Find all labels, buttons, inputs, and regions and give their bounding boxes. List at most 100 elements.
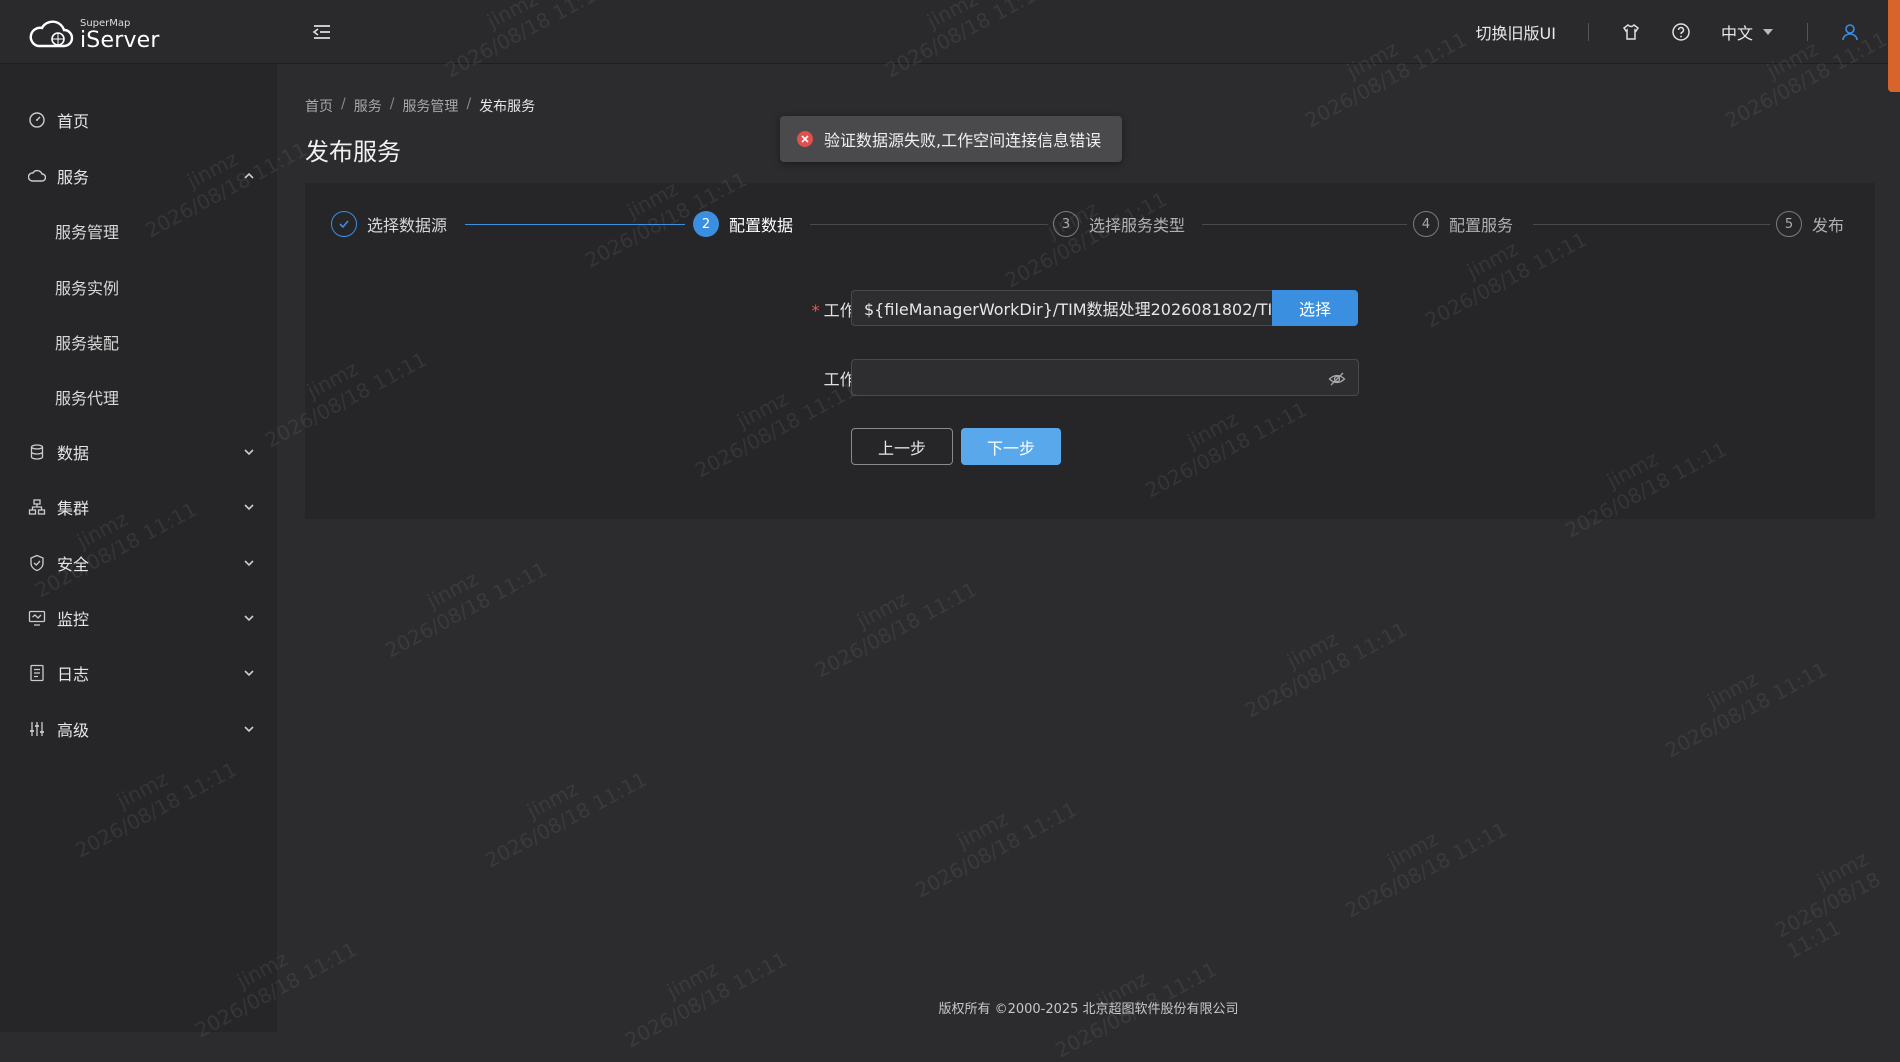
sidebar-item-label: 数据 [57,444,90,463]
sidebar-item-label: 安全 [57,555,90,574]
scrollbar-thumb[interactable] [1888,0,1900,92]
chevron-down-icon [244,726,254,733]
step-configure-service: 4 配置服务 [1413,211,1513,237]
sidebar-item-advanced[interactable]: 高级 [0,706,277,752]
chevron-down-icon [244,560,254,567]
step-number: 4 [1413,211,1439,237]
sidebar-item-label: 高级 [57,721,90,740]
cloud-icon [28,169,46,182]
switch-old-ui-link[interactable]: 切换旧版UI [1476,20,1556,44]
sidebar-item-cluster[interactable]: 集群 [0,484,277,530]
eye-off-icon[interactable] [1328,370,1346,388]
divider [1807,23,1808,41]
step-publish: 5 发布 [1776,211,1844,237]
watermark: jinmz2026/08/18 11:11 [381,557,551,663]
cloud-logo-icon [29,20,74,48]
breadcrumb-current: 发布服务 [479,99,536,115]
theme-shirt-icon[interactable] [1621,22,1641,42]
publish-service-panel: 选择数据源 2 配置数据 3 选择服务类型 4 配置服务 5 发布 *工作空间文… [305,183,1875,519]
sidebar-item-monitor[interactable]: 监控 [0,595,277,641]
step-select-datasource: 选择数据源 [331,211,447,237]
step-number: 5 [1776,211,1802,237]
sidebar-subitem-service-management[interactable]: 服务管理 [55,211,119,251]
chevron-down-icon [244,504,254,511]
step-label: 配置数据 [729,216,794,235]
help-icon[interactable] [1671,22,1691,42]
dashboard-icon [29,112,45,128]
database-icon [30,444,44,460]
page-title: 发布服务 [305,138,401,166]
sidebar-item-services[interactable]: 服务 [0,153,277,199]
toast-message: 验证数据源失败,工作空间连接信息错误 [824,131,1102,150]
watermark: jinmz2026/08/18 11:11 [811,577,981,683]
cluster-icon [28,499,46,515]
watermark: jinmz2026/08/18 11:11 [1241,617,1411,723]
workspace-file-input[interactable]: ${fileManagerWorkDir}/TIM数据处理2026081802/… [851,290,1277,326]
monitor-icon [28,610,46,626]
brand-name: iServer [80,28,160,53]
sidebar-item-security[interactable]: 安全 [0,540,277,586]
language-label: 中文 [1720,24,1753,43]
select-file-button[interactable]: 选择 [1272,290,1358,326]
breadcrumb: 首页 / 服务 / 服务管理 / 发布服务 [305,96,535,116]
chevron-down-icon [244,670,254,677]
error-circle-icon [797,131,813,147]
chevron-down-icon [244,449,254,456]
chevron-up-icon [244,172,254,179]
log-icon [30,664,44,682]
previous-step-button[interactable]: 上一步 [851,428,953,465]
breadcrumb-home[interactable]: 首页 [305,96,333,116]
breadcrumb-separator: / [389,96,395,112]
sidebar-item-log[interactable]: 日志 [0,650,277,696]
step-label: 发布 [1812,216,1845,235]
top-header: SuperMap iServer 切换旧版UI 中文 [0,0,1900,92]
sidebar: 首页 服务 服务管理 服务实例 服务装配 服务代理 数据 集群 安全 监控 日志… [0,64,277,1032]
required-marker: * [811,301,820,320]
watermark: jinmz2026/08/18 11:11 [481,767,651,873]
step-label: 选择服务类型 [1089,216,1186,235]
error-toast: 验证数据源失败,工作空间连接信息错误 [780,116,1122,162]
watermark: jinmz2026/08/18 11:11 [1341,817,1511,923]
workspace-password-input[interactable] [851,359,1359,396]
language-select[interactable]: 中文 [1721,20,1775,44]
step-number: 3 [1053,211,1079,237]
step-connector [1202,224,1407,225]
sidebar-item-label: 首页 [57,112,90,131]
step-check-icon [331,211,357,237]
sidebar-item-label: 集群 [57,499,90,518]
next-step-button[interactable]: 下一步 [961,428,1061,465]
chevron-down-icon [244,615,254,622]
step-connector [810,224,1047,225]
supermap-logo[interactable]: SuperMap iServer [28,16,160,53]
user-icon[interactable] [1840,22,1860,42]
sidebar-subitem-service-instances[interactable]: 服务实例 [55,267,119,307]
sidebar-subitem-service-proxy[interactable]: 服务代理 [55,377,119,417]
watermark: jinmz2026/08/18 11:11 [621,947,791,1053]
step-configure-data: 2 配置数据 [693,211,793,237]
sidebar-item-home[interactable]: 首页 [0,97,277,143]
sidebar-subitem-service-assembly[interactable]: 服务装配 [55,322,119,362]
shield-icon [30,554,44,572]
watermark: jinmz2026/08/18 11:11 [1661,657,1831,763]
sidebar-item-data[interactable]: 数据 [0,429,277,475]
divider [1587,23,1589,41]
breadcrumb-separator: / [466,96,472,112]
step-connector [1533,224,1770,225]
step-connector [465,224,685,225]
header-actions: 切换旧版UI 中文 [1476,0,1860,64]
footer-copyright: 版权所有 ©2000-2025 北京超图软件股份有限公司 [938,1002,1239,1017]
sidebar-item-label: 服务 [57,168,90,187]
watermark: jinmz2026/08/18 11:11 [911,797,1081,903]
step-number: 2 [693,211,719,237]
sidebar-item-label: 日志 [57,665,90,684]
caret-down-icon [1763,29,1773,35]
breadcrumb-separator: / [341,96,346,112]
step-label: 配置服务 [1449,216,1514,235]
breadcrumb-services[interactable]: 服务 [354,96,382,116]
watermark: jinmz2026/08/18 11:11 [1771,846,1885,964]
sliders-icon [30,722,44,736]
sidebar-item-label: 监控 [57,610,90,629]
breadcrumb-service-management[interactable]: 服务管理 [402,96,458,116]
step-label: 选择数据源 [367,216,448,235]
menu-collapse-icon[interactable] [310,20,334,44]
